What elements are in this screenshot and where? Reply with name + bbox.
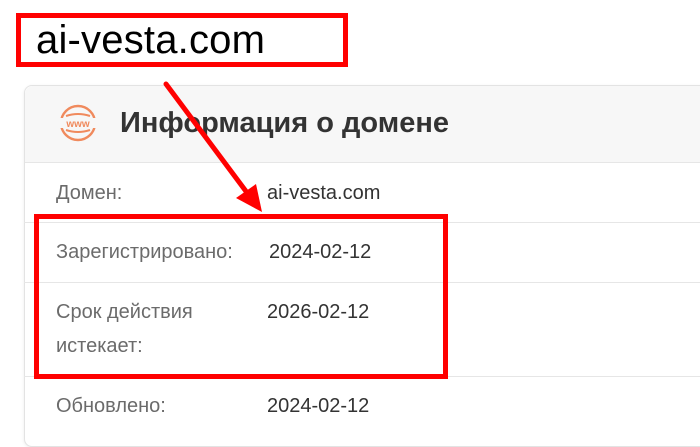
dates-highlight — [34, 214, 448, 379]
updated-value: 2024-02-12 — [267, 395, 370, 417]
www-icon: www — [59, 104, 97, 142]
domain-title: ai-vesta.com — [36, 18, 266, 62]
www-icon-label: www — [65, 119, 90, 130]
card-title: Информация о домене — [120, 107, 449, 139]
domain-value: ai-vesta.com — [267, 182, 381, 204]
card-header: www Информация о домене — [25, 86, 700, 163]
domain-label: Домен: — [56, 182, 123, 204]
updated-label: Обновлено: — [56, 395, 166, 417]
